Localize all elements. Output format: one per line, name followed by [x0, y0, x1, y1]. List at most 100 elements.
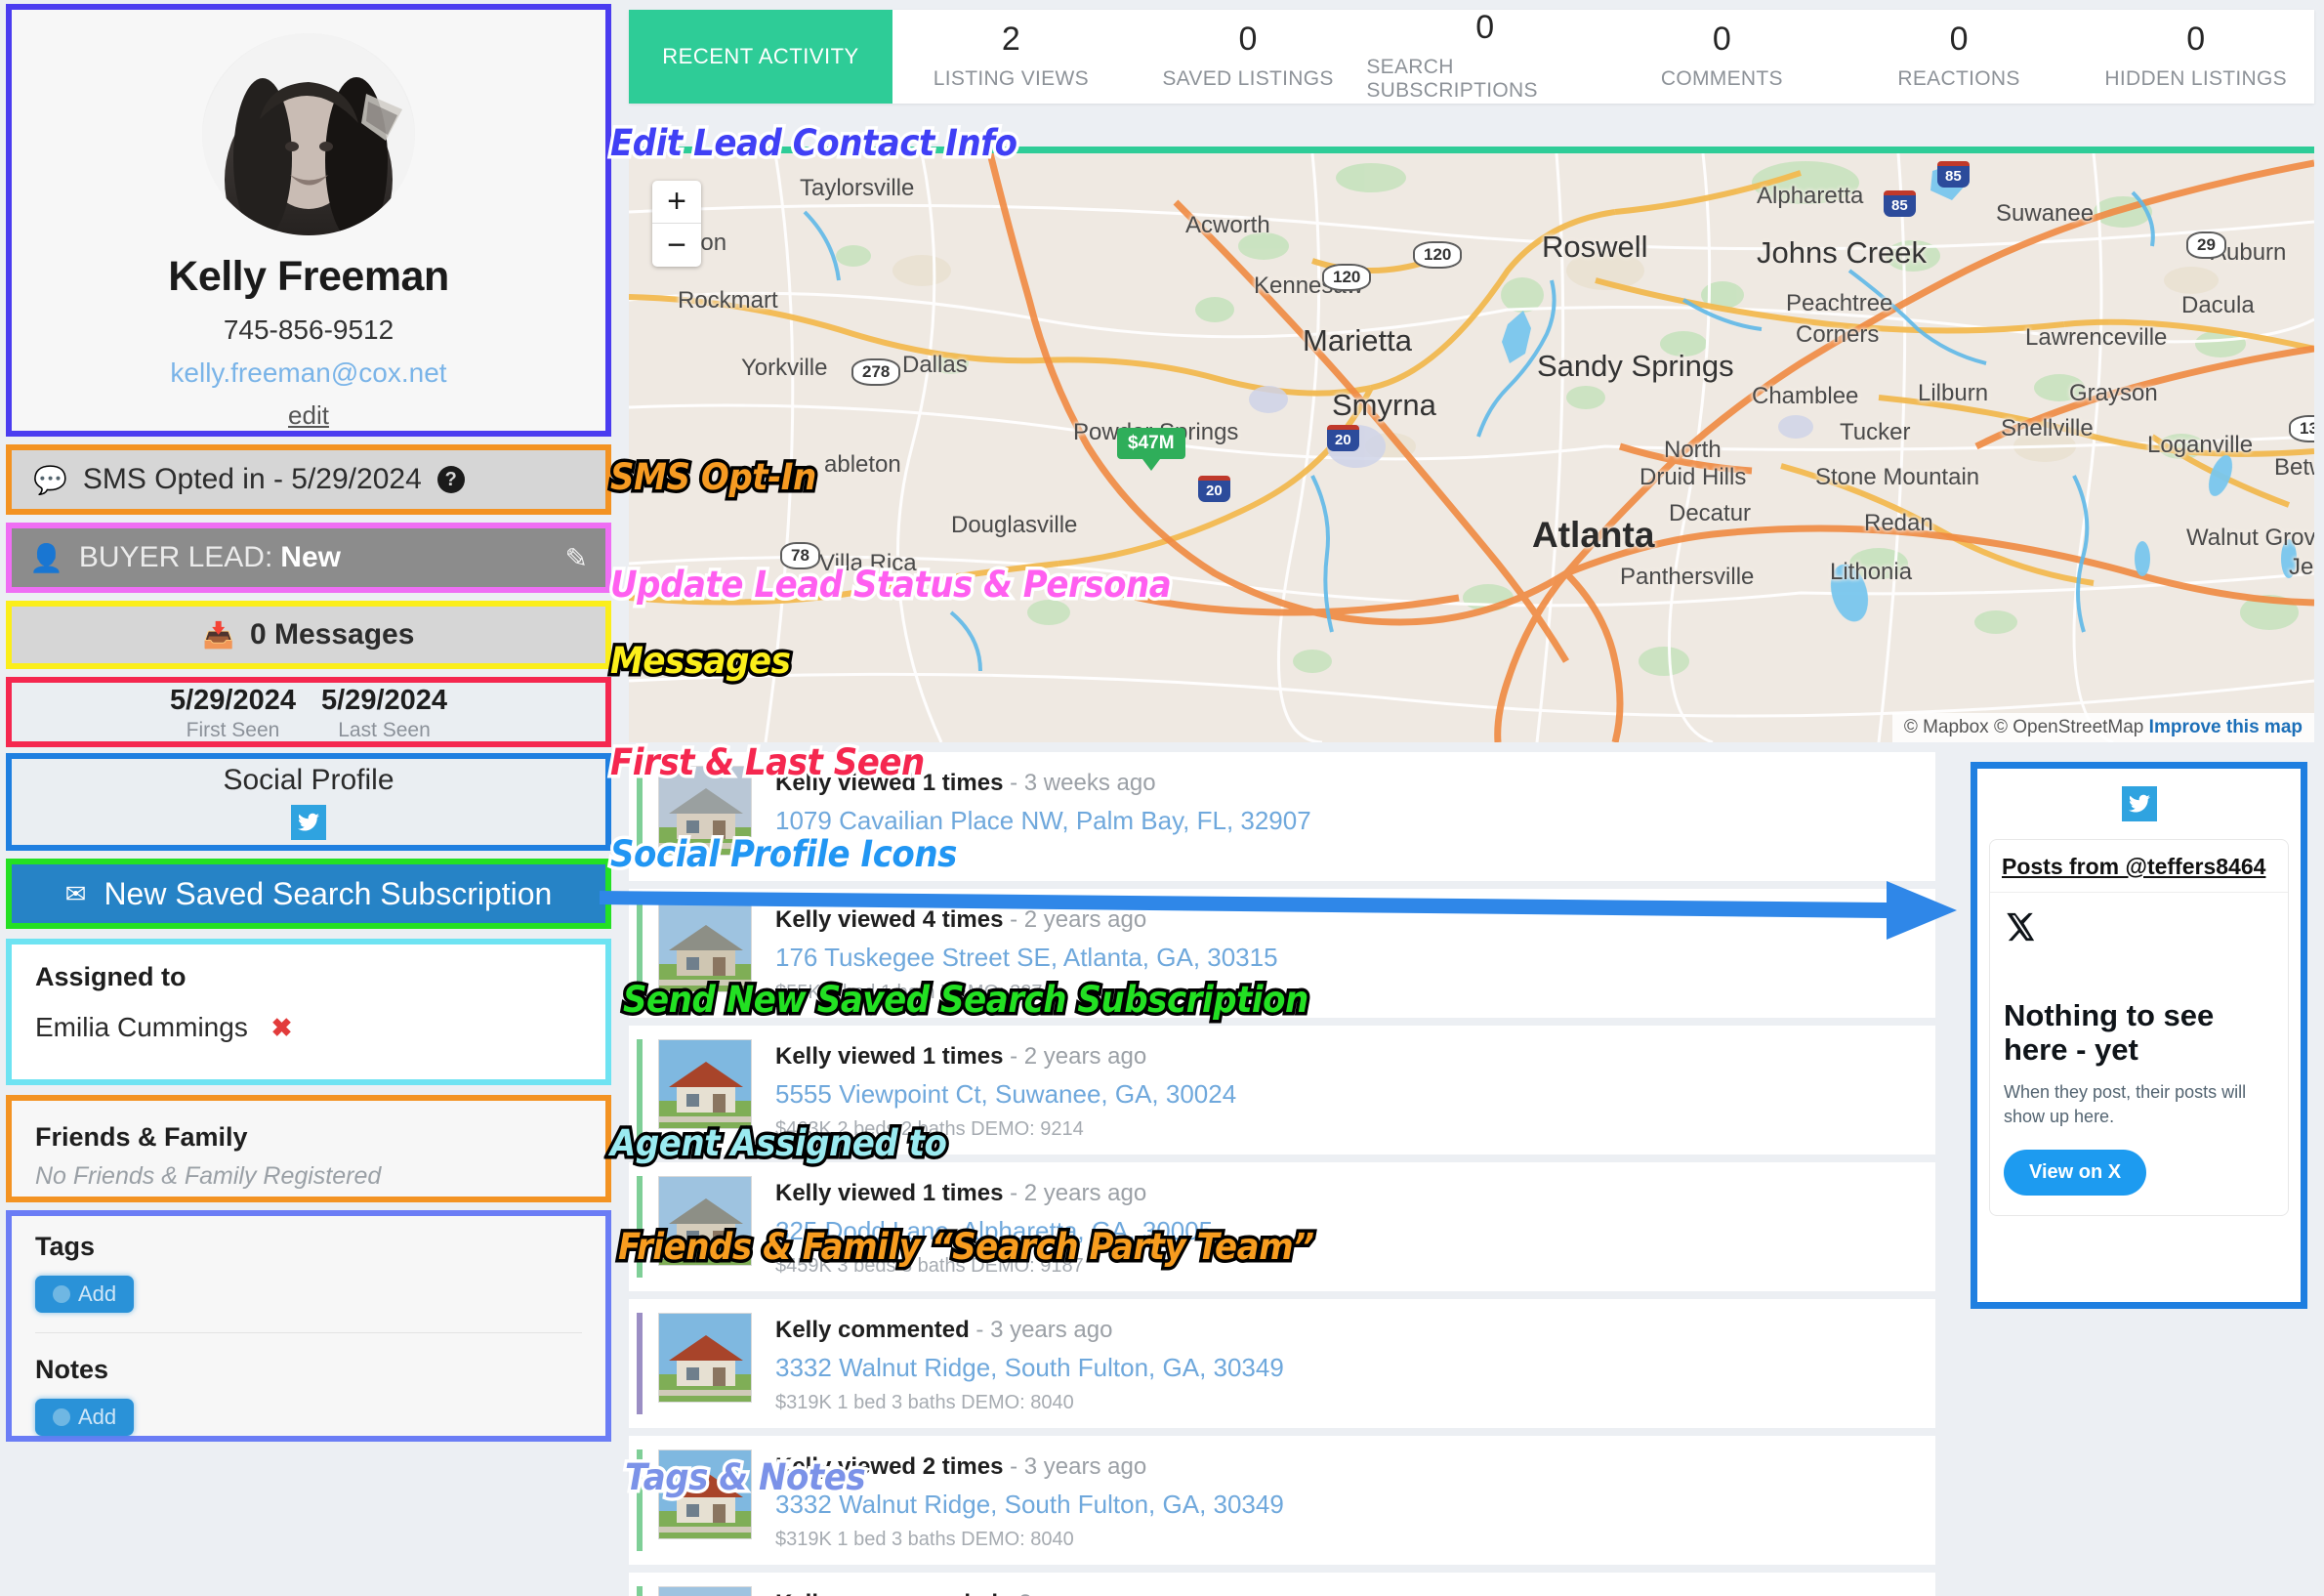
activity-headline: Kelly viewed 1 times - 2 years ago [775, 1180, 1213, 1207]
annotation-callout: SMS Opt-In [607, 456, 820, 499]
add-note-button[interactable]: Add [35, 1399, 135, 1436]
add-note-label: Add [78, 1405, 117, 1429]
stat-cell-listing-views[interactable]: 2 LISTING VIEWS [892, 10, 1130, 104]
annotation-callout: Social Profile Icons [607, 833, 961, 876]
remove-agent-icon[interactable]: ✖ [271, 1013, 293, 1042]
edit-contact-link[interactable]: edit [288, 400, 329, 431]
map-city-label: Snellville [2001, 415, 2094, 441]
activity-type-stripe [637, 1313, 643, 1414]
map-city-label: Lawrenceville [2025, 324, 2168, 351]
map-route-shield: 278 [851, 358, 901, 386]
listing-thumbnail[interactable] [658, 1586, 752, 1596]
map-city-label: Dallas [902, 352, 968, 378]
map-route-shield: 120 [1413, 241, 1463, 269]
twitter-icon[interactable] [291, 805, 326, 840]
attribution-improve[interactable]: Improve this map [2149, 717, 2303, 737]
map-city-label: Chamblee [1752, 383, 1859, 409]
friends-family-panel: Friends & Family No Friends & Family Reg… [6, 1095, 611, 1202]
map-city-label: Atlanta [1532, 515, 1655, 555]
activity-headline: Kelly recommended - 3 years ago [775, 1590, 1183, 1596]
plus-circle-icon [53, 1285, 70, 1303]
activity-type-stripe [637, 1586, 643, 1596]
price-marker-label: $47M [1117, 428, 1185, 459]
zoom-in-button[interactable]: + [652, 181, 701, 224]
tab-recent-activity[interactable]: RECENT ACTIVITY [629, 10, 892, 104]
twitter-icon[interactable] [2121, 786, 2157, 821]
lead-phone[interactable]: 745-856-9512 [224, 315, 394, 346]
stat-value: 0 [1475, 9, 1495, 46]
stat-cells: 2 LISTING VIEWS 0 SAVED LISTINGS 0 SEARCH SUB… [892, 10, 2314, 104]
activity-time: - 3 years ago [1003, 1453, 1147, 1480]
map-city-label: Tucker [1840, 419, 1911, 445]
map-city-label: Suwanee [1996, 200, 2095, 227]
stat-cell-reactions[interactable]: 0 REACTIONS [1841, 10, 2078, 104]
map-route-shield: 120 [1322, 264, 1372, 291]
map-city-label: Lithonia [1830, 559, 1913, 585]
stat-cell-saved-listings[interactable]: 0 SAVED LISTINGS [1130, 10, 1367, 104]
map-city-label: Lilburn [1918, 380, 1989, 406]
chat-bubble-icon: 💬 [33, 464, 67, 495]
last-seen-block: 5/29/2024 Last Seen [321, 685, 447, 742]
map-city-label: Between [2274, 454, 2314, 481]
price-marker[interactable]: $47M [1117, 428, 1185, 471]
activity-item[interactable]: Kelly commented - 3 years ago 3332 Walnut… [629, 1299, 1935, 1436]
sms-opt-in-text: SMS Opted in - 5/29/2024 [82, 463, 422, 495]
annotation-callout: Agent Assigned to [607, 1122, 950, 1165]
listing-address-link[interactable]: 1079 Cavailian Place NW, Palm Bay, FL, 3… [775, 806, 1311, 836]
stat-label: SEARCH SUBSCRIPTIONS [1366, 56, 1538, 102]
zoom-out-button[interactable]: − [652, 224, 701, 267]
listing-thumbnail[interactable] [658, 1039, 752, 1129]
help-icon[interactable]: ? [436, 466, 465, 493]
activity-item[interactable]: Kelly recommended - 3 years ago307 Sterl… [629, 1573, 1935, 1596]
lead-location-map[interactable]: + − Taylorsville gon Rockmart Acworth Kennes… [629, 147, 2314, 742]
new-saved-search-subscription-button[interactable]: ✉ New Saved Search Subscription [6, 859, 611, 929]
map-city-label: Douglasville [951, 512, 1078, 538]
assigned-agent-row: Emilia Cummings ✖ [35, 1012, 582, 1043]
lead-email[interactable]: kelly.freeman@cox.net [170, 357, 446, 389]
attribution-osm[interactable]: © OpenStreetMap [1994, 717, 2143, 737]
activity-stats-bar: RECENT ACTIVITY 2 LISTING VIEWS 0 SAVED LIS… [629, 10, 2314, 104]
divider [35, 1332, 582, 1333]
stat-value: 0 [1712, 21, 1731, 58]
view-on-x-button[interactable]: View on X [2004, 1150, 2147, 1197]
map-zoom-controls[interactable]: + − [652, 181, 701, 267]
twitter-empty-headline: Nothing to see here - yet [2004, 998, 2215, 1067]
twitter-header [1989, 778, 2289, 839]
tags-notes-panel: Tags Add Notes Add [6, 1210, 611, 1442]
lead-status-bar[interactable]: 👤 BUYER LEAD: New ✎ [6, 523, 611, 593]
activity-actor: Kelly viewed 1 times [775, 1043, 1004, 1070]
activity-time: - 3 years ago [969, 1317, 1113, 1343]
messages-button[interactable]: 📥 0 Messages [6, 601, 611, 669]
social-profile-panel: Social Profile [6, 753, 611, 851]
twitter-handle-header[interactable]: Posts from @teffers8464 [1990, 840, 2288, 893]
listing-address-link[interactable]: 5555 Viewpoint Ct, Suwanee, GA, 30024 [775, 1079, 1236, 1110]
edit-pencil-icon[interactable]: ✎ [565, 542, 588, 574]
first-seen-label: First Seen [186, 718, 280, 741]
map-city-label: Druid Hills [1639, 464, 1747, 490]
activity-body: Kelly commented - 3 years ago 3332 Walnut… [775, 1313, 1284, 1414]
person-icon: 👤 [29, 542, 63, 573]
activity-actor: Kelly recommended [775, 1590, 998, 1596]
map-city-label: Grayson [2069, 380, 2158, 406]
activity-time: - 2 years ago [1003, 1180, 1147, 1206]
stat-value: 2 [1001, 21, 1020, 58]
sms-opt-in-bar[interactable]: 💬 SMS Opted in - 5/29/2024 ? [6, 444, 611, 515]
map-city-label: Roswell [1542, 230, 1648, 264]
map-city-label: Rockmart [678, 287, 778, 314]
listing-address-link[interactable]: 176 Tuskegee Street SE, Atlanta, GA, 303… [775, 943, 1278, 973]
friends-family-title: Friends & Family [35, 1122, 248, 1152]
stat-cell-comments[interactable]: 0 COMMENTS [1603, 10, 1841, 104]
lead-sidebar: Kelly Freeman 745-856-9512 kelly.freeman… [0, 0, 617, 1596]
map-city-label: Redan [1864, 510, 1933, 536]
annotation-callout: Tags & Notes [622, 1456, 869, 1499]
stat-cell-hidden-listings[interactable]: 0 HIDDEN LISTINGS [2077, 10, 2314, 104]
listing-address-link[interactable]: 3332 Walnut Ridge, South Fulton, GA, 303… [775, 1353, 1284, 1383]
map-interstate-shield: 20 [1198, 476, 1230, 502]
attribution-mapbox[interactable]: © Mapbox [1904, 717, 1989, 737]
listing-thumbnail[interactable] [658, 1313, 752, 1403]
add-tag-button[interactable]: Add [35, 1276, 135, 1313]
map-city-label: Acworth [1185, 212, 1270, 238]
activity-headline: Kelly commented - 3 years ago [775, 1317, 1284, 1344]
annotation-callout: Messages [607, 640, 794, 683]
stat-cell-search-subscriptions[interactable]: 0 SEARCH SUBSCRIPTIONS [1366, 10, 1603, 104]
